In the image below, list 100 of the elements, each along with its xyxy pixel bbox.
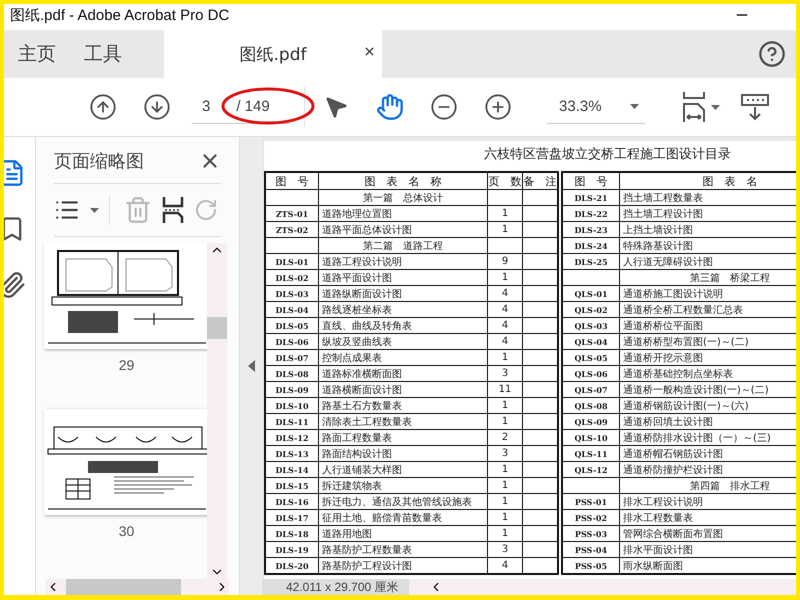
drawing-number: QLS-04 [562, 334, 620, 350]
horizontal-scrollbar[interactable] [408, 579, 796, 595]
page-count: 9 [488, 254, 522, 270]
drawing-name: 通道桥开挖示意图 [620, 350, 796, 366]
page-thumbnail[interactable] [44, 243, 207, 349]
column-header: 页 数 [488, 172, 522, 190]
page-thumbnail[interactable] [44, 409, 207, 515]
drawing-name: 排水工程数量表 [620, 510, 796, 526]
nav-tab[interactable]: 主页 [4, 30, 70, 78]
drawing-number: DLS-02 [265, 270, 318, 286]
drawing-number: DLS-14 [265, 462, 318, 478]
page-count: 4 [488, 334, 522, 350]
page-number-label: 30 [118, 523, 134, 539]
drawing-number: QLS-02 [562, 302, 620, 318]
column-header: 图 号 [562, 172, 620, 190]
drawing-number: ZTS-01 [265, 206, 318, 222]
page-count: 1 [488, 270, 522, 286]
section-heading: 第二篇 道路工程 [318, 238, 488, 254]
drawing-name: 通道桥施工图设计说明 [620, 286, 796, 302]
section-heading: 第一篇 总体设计 [318, 190, 488, 206]
next-page-icon[interactable] [143, 93, 171, 121]
drawing-name: 特殊路基设计图 [620, 238, 796, 254]
page-count: 3 [488, 542, 522, 558]
drawing-number: DLS-09 [265, 382, 318, 398]
drawing-number: DLS-16 [265, 494, 318, 510]
drawing-name: 纵坡及竖曲线表 [318, 334, 488, 350]
panel-title: 页面缩略图 [54, 150, 144, 173]
drawing-name: 路基防护工程数量表 [318, 542, 488, 558]
page-split-icon [162, 196, 184, 224]
fit-page-icon [680, 90, 706, 124]
drawing-number: QLS-11 [562, 446, 620, 462]
drawing-name: 通道桥全桥工程数量汇总表 [620, 302, 796, 318]
zoom-in-icon[interactable] [484, 93, 512, 121]
drawing-name: 排水工程设计说明 [620, 494, 796, 510]
drawing-number: DLS-22 [562, 206, 620, 222]
drawing-number: QLS-10 [562, 430, 620, 446]
drawing-number: DLS-13 [265, 446, 318, 462]
drawing-name: 通道桥回填土设计图 [620, 414, 796, 430]
column-header: 图 号 [265, 172, 318, 190]
drawing-number: QLS-08 [562, 398, 620, 414]
help-icon[interactable] [758, 40, 786, 68]
page-count: 1 [488, 206, 522, 222]
drawing-name: 拆迁建筑物表 [318, 478, 488, 494]
drawing-number: QLS-03 [562, 318, 620, 334]
nav-tab[interactable]: 工具 [70, 30, 136, 78]
drawing-name: 路面工程数量表 [318, 430, 488, 446]
drawing-number: PSS-04 [562, 542, 620, 558]
scrollbar-thumb[interactable] [207, 317, 227, 339]
page-count: 4 [488, 318, 522, 334]
drawing-name: 通道桥帽石钢筋设计图 [620, 446, 796, 462]
drawing-name: 直线、曲线及转角表 [318, 318, 488, 334]
drawing-name: 通道桥桥型布置图(一)～(二) [620, 334, 796, 350]
page-number-label: 29 [118, 357, 134, 373]
page-size-label: 42.011 x 29.700 厘米 [262, 578, 409, 595]
drawing-number: QLS-06 [562, 366, 620, 382]
scrollbar-thumb[interactable] [66, 579, 181, 595]
page-count: 1 [488, 414, 522, 430]
drawing-name: 征用土地、赔偿青苗数量表 [318, 510, 488, 526]
drawing-name: 路线逐桩坐标表 [318, 302, 488, 318]
drawing-number: DLS-25 [562, 254, 620, 270]
drawing-number: PSS-02 [562, 510, 620, 526]
drawing-name: 上挡土墙设计图 [620, 222, 796, 238]
page-number-field[interactable]: 3 / 149 [192, 90, 290, 124]
drawing-name: 道路地理位置图 [318, 206, 488, 222]
vertical-scrollbar[interactable] [207, 243, 227, 579]
page-count: 4 [488, 302, 522, 318]
horizontal-scrollbar[interactable] [46, 579, 229, 595]
page-count: 1 [488, 350, 522, 366]
document-tab[interactable]: 图纸.pdf [164, 30, 382, 78]
page-count: 1 [488, 478, 522, 494]
document-title: 六枝特区营盘坡立交桥工程施工图设计目录 [484, 146, 731, 163]
drawing-name: 挡土墙工程数量表 [620, 190, 796, 206]
drawing-number: DLS-08 [265, 366, 318, 382]
drawing-name: 人行道无障碍设计图 [620, 254, 796, 270]
drawing-name: 通道桥防撞护栏设计图 [620, 462, 796, 478]
drawing-name: 道路标准横断面图 [318, 366, 488, 382]
drawing-number: QLS-09 [562, 414, 620, 430]
zoom-out-icon[interactable] [430, 93, 458, 121]
previous-page-icon[interactable] [89, 93, 117, 121]
drawing-number: PSS-01 [562, 494, 620, 510]
close-icon[interactable] [363, 45, 376, 58]
drawing-number: DLS-01 [265, 254, 318, 270]
drawing-number: DLS-15 [265, 478, 318, 494]
collapse-icon[interactable] [248, 360, 254, 372]
drawing-number: DLS-11 [265, 414, 318, 430]
section-heading: 第三篇 桥梁工程 [620, 270, 796, 286]
drawing-name: 通道桥基础控制点坐标表 [620, 366, 796, 382]
drawing-number: QLS-12 [562, 462, 620, 478]
drawing-name: 排水平面设计图 [620, 542, 796, 558]
section-heading: 第四篇 排水工程 [620, 478, 796, 494]
drawing-number: DLS-03 [265, 286, 318, 302]
drawing-number: DLS-12 [265, 430, 318, 446]
page-count: 1 [488, 526, 522, 542]
drawing-name: 道路平面设计图 [318, 270, 488, 286]
column-header: 图 表 名 称 [318, 172, 488, 190]
drawing-name: 道路横断面设计图 [318, 382, 488, 398]
hand-icon[interactable] [376, 93, 404, 121]
drawing-name: 通道桥防排水设计图（一）～(三) [620, 430, 796, 446]
zoom-field[interactable]: 33.3% [547, 90, 645, 124]
drawing-number: PSS-03 [562, 526, 620, 542]
